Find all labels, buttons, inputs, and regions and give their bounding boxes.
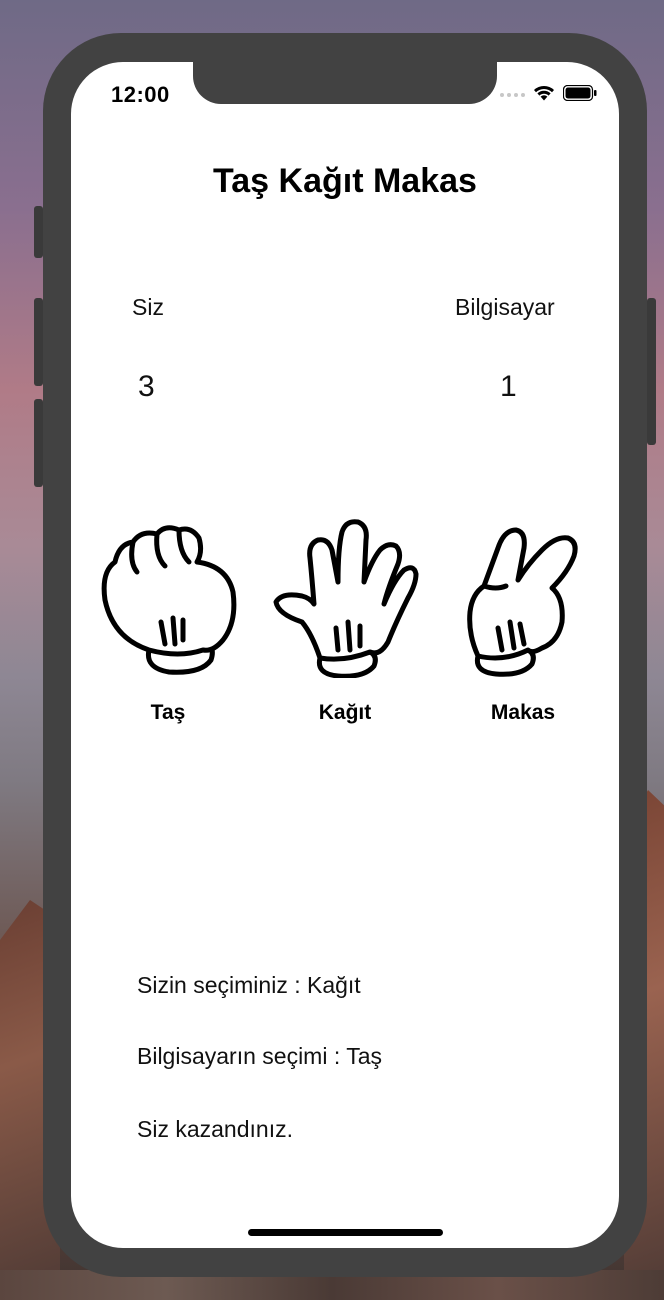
volume-down-button — [34, 399, 43, 487]
scissors-label: Makas — [490, 701, 556, 724]
app-screen: 12:00 Taş Kağıt Makas Siz Bilgisayar 3 1 — [71, 62, 619, 1248]
battery-icon — [562, 84, 597, 106]
paper-choice-button[interactable] — [272, 518, 420, 679]
computer-score: 1 — [500, 370, 517, 403]
status-time: 12:00 — [111, 82, 170, 107]
status-icons — [500, 84, 597, 106]
player-score: 3 — [138, 370, 155, 403]
signal-icon — [500, 93, 525, 97]
paper-hand-icon — [273, 519, 419, 679]
volume-up-button — [34, 298, 43, 386]
rock-choice-button[interactable] — [99, 522, 237, 676]
player-choice-text: Sizin seçiminiz : Kağıt — [137, 972, 361, 998]
outcome-text: Siz kazandınız. — [137, 1116, 293, 1142]
home-indicator[interactable] — [248, 1229, 443, 1236]
notch — [193, 62, 497, 104]
power-button — [647, 298, 656, 445]
mute-switch — [34, 206, 43, 258]
computer-choice-text: Bilgisayarın seçimi : Taş — [137, 1043, 382, 1069]
rock-label: Taş — [150, 701, 186, 724]
scissors-hand-icon — [467, 527, 578, 677]
wifi-icon — [533, 84, 555, 106]
computer-label: Bilgisayar — [455, 294, 555, 320]
player-label: Siz — [132, 294, 164, 320]
scissors-choice-button[interactable] — [466, 524, 580, 678]
paper-label: Kağıt — [318, 701, 372, 724]
rock-hand-icon — [101, 525, 237, 675]
page-title: Taş Kağıt Makas — [213, 162, 477, 200]
